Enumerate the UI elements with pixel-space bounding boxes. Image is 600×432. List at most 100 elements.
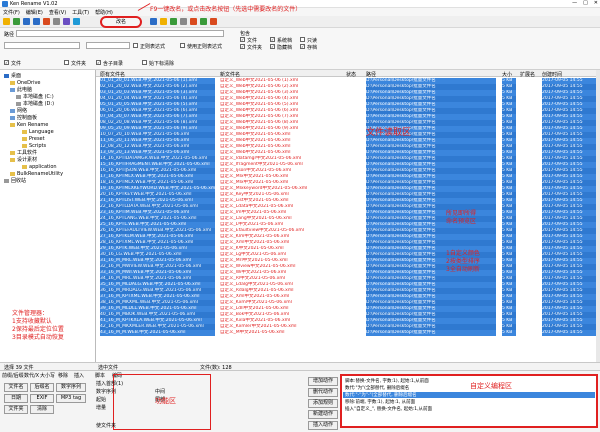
clear-button[interactable]: 清除 — [30, 405, 54, 414]
readonly-checkbox[interactable] — [300, 37, 305, 42]
script-line[interactable]: 数代:"-"为"-"(全部替代, 删除后缀名 — [345, 392, 417, 398]
col-original-name[interactable]: 原有文件名 — [100, 71, 125, 78]
tree-item[interactable]: Preset — [22, 136, 45, 142]
tree-item[interactable]: 此电脑 — [10, 87, 32, 93]
info-icon[interactable] — [200, 18, 207, 25]
mask-input[interactable] — [4, 42, 80, 49]
script-line[interactable]: 插入"自定义_", 替换-文件名, 起始:1,从前面 — [345, 406, 432, 412]
script-line[interactable]: 脚本:替换-文件名, 字数:1), 起始:1,从前面 — [345, 378, 429, 384]
vertical-scrollbar[interactable] — [596, 70, 600, 362]
extension-button[interactable]: 后缀名 — [30, 383, 54, 392]
path-input[interactable] — [16, 30, 224, 37]
file-row[interactable]: 43_16_M_M.WEB.中文.2021-05-06.xml 自定义_M中文20… — [96, 330, 600, 336]
middle-label: 中间 — [155, 389, 166, 395]
function-annotation: 功能区 — [155, 397, 176, 405]
hidden-checkbox[interactable]: ✓ — [270, 44, 275, 49]
filter-icon[interactable] — [73, 18, 80, 25]
mask-dropdown[interactable] — [86, 42, 130, 49]
system-checkbox[interactable]: ✓ — [270, 37, 275, 42]
forward-icon[interactable] — [33, 18, 40, 25]
folder-button[interactable]: 文件夹 — [4, 405, 28, 414]
system-label: 系统档 — [277, 38, 293, 44]
col-status[interactable]: 状态 — [346, 71, 356, 78]
exit-icon[interactable] — [210, 18, 217, 25]
file-list[interactable]: 原有文件名 新文件名 状态 路径 大小 扩展名 创建时间 01_01_20_01… — [96, 70, 600, 362]
new-action-button[interactable]: 新建动作 — [308, 410, 338, 419]
app-icon — [2, 1, 8, 7]
clear-option-checkbox[interactable] — [142, 60, 147, 65]
folder-checkbox[interactable]: ✓ — [240, 44, 245, 49]
date-button[interactable]: 日期 — [4, 394, 28, 403]
export-icon[interactable] — [170, 18, 177, 25]
tree-item[interactable]: 工具软件 — [10, 150, 37, 156]
tab-remove[interactable]: 移除 — [58, 372, 68, 379]
menu-tools[interactable]: 工具(T) — [72, 9, 89, 16]
script-editor[interactable]: 脚本:替换-文件名, 字数:1), 起始:1,从前面 数代:"为"(全部替代, … — [340, 374, 598, 428]
tree-item[interactable]: Scripts — [22, 143, 46, 149]
tree-item[interactable]: 本地磁盘 (D:) — [16, 101, 54, 107]
col-size[interactable]: 大小 — [502, 71, 512, 78]
tab-case[interactable]: 大小写 — [40, 372, 55, 379]
undo-icon[interactable] — [150, 18, 157, 25]
archive-checkbox[interactable]: ✓ — [300, 44, 305, 49]
file-size: 5 KB — [502, 330, 516, 336]
close-icon[interactable]: ✕ — [594, 0, 598, 6]
stop-icon[interactable] — [190, 18, 197, 25]
menu-help[interactable]: 帮助(H) — [95, 9, 113, 16]
minimize-icon[interactable]: — — [572, 0, 577, 6]
subdir-option-checkbox[interactable]: ✓ — [96, 60, 101, 65]
regex-checkbox[interactable] — [133, 43, 138, 48]
tree-item[interactable]: 回收站 — [4, 178, 26, 184]
replace-action-button[interactable]: 删代动作 — [308, 388, 338, 397]
tree-item[interactable]: OneDrive — [10, 80, 41, 86]
file-checkbox[interactable]: ✓ — [240, 37, 245, 42]
col-path[interactable]: 路径 — [366, 71, 376, 78]
col-ext[interactable]: 扩展名 — [520, 71, 535, 78]
tree-item[interactable]: application — [22, 164, 57, 170]
menu-edit[interactable]: 编辑(E) — [26, 9, 43, 16]
tree-item[interactable]: 网络 — [10, 108, 27, 114]
col-new-name[interactable]: 新文件名 — [220, 71, 240, 78]
window-controls[interactable]: — □ ✕ — [572, 0, 598, 6]
script-line[interactable]: 数代:"为"(全部替代, 删除后缀名 — [345, 385, 409, 391]
tab-insert[interactable]: 插入 — [74, 372, 84, 379]
exif-button[interactable]: EXIF — [30, 394, 54, 403]
tree-item[interactable]: 控制面板 — [10, 115, 37, 121]
tree-item[interactable]: Ken Rename — [10, 122, 48, 128]
files-option-checkbox[interactable]: ✓ — [4, 60, 9, 65]
window-title: Ken Rename V1.02 — [10, 1, 58, 7]
rename-button[interactable]: 改名 — [100, 16, 142, 28]
add-action-button[interactable]: 增加动作 — [308, 377, 338, 386]
add-rule-button[interactable]: 添加规则 — [308, 399, 338, 408]
menu-view[interactable]: 查看(V) — [49, 9, 66, 16]
tab-script[interactable]: 脚本 — [95, 372, 105, 379]
insert-action-button[interactable]: 插入动作 — [308, 421, 338, 430]
menu-file[interactable]: 文件(F) — [3, 9, 20, 16]
tree-item[interactable]: 设计素材 — [10, 157, 37, 163]
script-line[interactable]: 移除:前端, 字数:1), 起始:1, 从前面 — [345, 399, 415, 405]
use-regex-checkbox[interactable] — [180, 43, 185, 48]
readonly-label: 只读 — [307, 38, 318, 44]
folder-tree[interactable]: 桌面 OneDrive 此电脑 本地磁盘 (C:) 本地磁盘 (D:) 网络 控… — [0, 70, 96, 362]
tree-item[interactable]: Language — [22, 129, 54, 135]
tree-item[interactable]: BulkRenameUtility — [10, 171, 63, 177]
mp3-tag-button[interactable]: MP3 tag — [56, 394, 86, 403]
folder-icon[interactable] — [3, 18, 10, 25]
maximize-icon[interactable]: □ — [583, 0, 588, 6]
tree-item[interactable]: 本地磁盘 (C:) — [16, 94, 54, 100]
folders-option-checkbox[interactable] — [64, 60, 69, 65]
archive-label: 存档 — [307, 45, 318, 51]
delete-icon[interactable] — [43, 18, 50, 25]
back-icon[interactable] — [23, 18, 30, 25]
sequence-button[interactable]: 数字序列 — [56, 383, 86, 392]
refresh-icon[interactable] — [13, 18, 20, 25]
tab-replace[interactable]: 数代/X — [24, 372, 39, 379]
tree-item[interactable]: 桌面 — [4, 73, 21, 79]
tab-prefix[interactable]: 前缀/后缀 — [2, 372, 24, 379]
col-date[interactable]: 创建时间 — [542, 71, 562, 78]
select-all-icon[interactable] — [63, 18, 70, 25]
filename-button[interactable]: 文件名 — [4, 383, 28, 392]
copy-icon[interactable] — [53, 18, 60, 25]
settings-icon[interactable] — [180, 18, 187, 25]
bookmark-icon[interactable] — [160, 18, 167, 25]
